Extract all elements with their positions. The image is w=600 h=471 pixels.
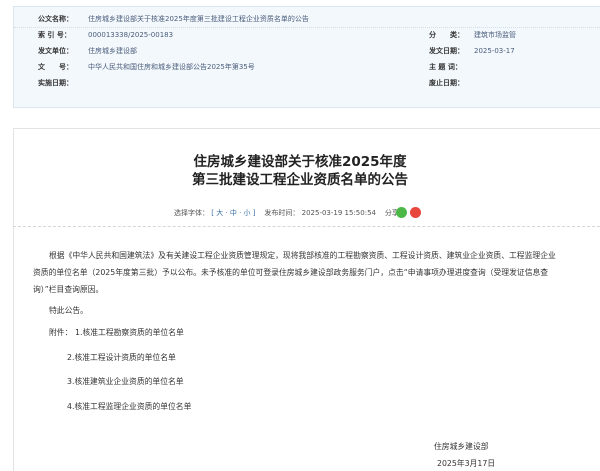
meta-label: 废止日期： (429, 79, 464, 87)
page-title-line1: 住房城乡建设部关于核准2025年度 (193, 154, 407, 170)
meta-row-dates: 实施日期： 废止日期： (14, 75, 600, 91)
meta-label: 文 号： (38, 63, 73, 71)
signer: 住房城乡建设部 (434, 442, 489, 451)
share-buttons (396, 206, 421, 220)
wechat-share-icon[interactable] (396, 207, 407, 218)
attachment-link[interactable]: 1.核准工程勘察资质的单位名单 (75, 327, 184, 338)
attachments-label: 附件： (49, 328, 73, 337)
meta-row-index: 索 引 号： 000013338/2025-00183 分 类： 建筑市场监管 (14, 27, 600, 43)
body-paragraph-line: 根据《中华人民共和国建筑法》及有关建设工程企业资质管理规定，现将我部核准的工程勘… (49, 251, 556, 260)
attachment-link[interactable]: 4.核准工程监理企业资质的单位名单 (67, 401, 191, 412)
meta-row-issuer: 发文单位： 住房城乡建设部 发文日期： 2025-03-17 (14, 43, 600, 59)
article-info-bar: 选择字体： [ 大 · 中 · 小 ] 发布时间： 2025-03-19 15:… (174, 206, 406, 220)
font-size-selector[interactable]: [ 大 · 中 · 小 ] (211, 209, 255, 217)
font-size-label: 选择字体： (174, 209, 209, 217)
meta-value: 住房城乡建设部关于核准2025年度第三批建设工程企业资质名单的公告 (88, 15, 309, 23)
meta-value: 000013338/2025-00183 (88, 31, 174, 39)
sign-date: 2025年3月17日 (437, 459, 496, 468)
publish-time-label: 发布时间： (264, 209, 300, 217)
meta-label: 主 题 词： (429, 63, 462, 71)
attachment-link[interactable]: 2.核准工程设计资质的单位名单 (67, 352, 176, 363)
meta-value: 建筑市场监管 (474, 31, 516, 39)
meta-label: 实施日期： (38, 79, 73, 87)
publish-time-value: 2025-03-19 15:50:54 (301, 209, 376, 217)
meta-row-docno: 文 号： 中华人民共和国住房和城乡建设部公告2025年第35号 主 题 词： (14, 59, 600, 75)
document-metadata-panel: 公文名称： 住房城乡建设部关于核准2025年度第三批建设工程企业资质名单的公告 … (13, 6, 600, 108)
meta-value: 2025-03-17 (474, 47, 515, 55)
meta-label: 发文日期： (429, 47, 464, 55)
body-paragraph-line: 资质的单位名单（2025年度第三批）予以公布。未予核准的单位可登录住房城乡建设部… (33, 268, 549, 277)
closing-statement: 特此公告。 (49, 306, 88, 315)
page-title-line2: 第三批建设工程企业资质名单的公告 (192, 172, 408, 188)
divider (13, 226, 600, 227)
meta-row-title: 公文名称： 住房城乡建设部关于核准2025年度第三批建设工程企业资质名单的公告 (14, 11, 600, 28)
body-paragraph-line: 询）”栏目查询原因。 (33, 285, 104, 294)
meta-value: 住房城乡建设部 (88, 47, 137, 55)
meta-label: 发文单位： (38, 47, 73, 55)
meta-label: 分 类： (429, 31, 464, 39)
weibo-share-icon[interactable] (410, 207, 421, 218)
meta-label: 索 引 号： (38, 31, 71, 39)
meta-value: 中华人民共和国住房和城乡建设部公告2025年第35号 (88, 63, 255, 71)
meta-label: 公文名称： (38, 15, 73, 23)
attachment-link[interactable]: 3.核准建筑业企业资质的单位名单 (67, 376, 184, 387)
